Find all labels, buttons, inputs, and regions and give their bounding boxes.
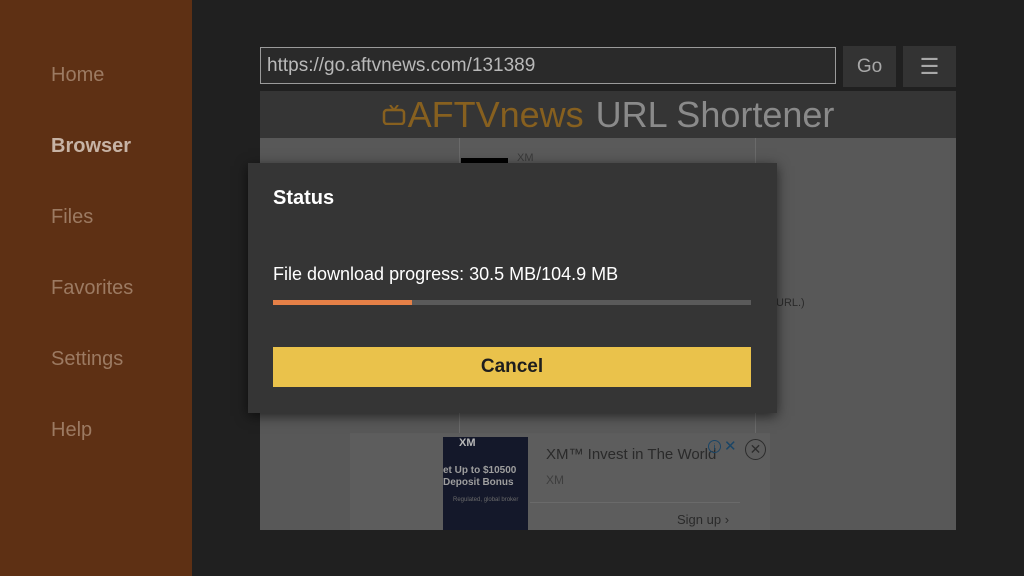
cancel-button[interactable]: Cancel	[273, 347, 751, 387]
sidebar-item-help[interactable]: Help	[51, 419, 92, 442]
ad-divider	[530, 502, 740, 503]
ad-subtitle: XM	[546, 473, 564, 487]
ad-choices-x-icon[interactable]: ✕	[724, 437, 737, 455]
menu-button[interactable]: ☰	[903, 46, 956, 87]
ad-signup-link[interactable]: Sign up ›	[677, 512, 729, 527]
page-header: AFTVnews URL Shortener	[260, 91, 956, 138]
sidebar-item-home[interactable]: Home	[51, 64, 104, 87]
ad-logo: XM	[459, 437, 476, 449]
header-brand: AFTVnews	[407, 93, 584, 135]
sidebar: Home Browser Files Favorites Settings He…	[0, 0, 192, 576]
download-progress-fill	[273, 300, 412, 305]
ad-title[interactable]: XM™ Invest in The World	[546, 446, 716, 463]
sidebar-item-favorites[interactable]: Favorites	[51, 277, 133, 300]
ad-small-text: Regulated, global broker	[453, 497, 519, 503]
ad-promo: et Up to $10500 Deposit Bonus	[443, 465, 517, 488]
download-progress-text: File download progress: 30.5 MB/104.9 MB	[273, 264, 619, 284]
url-note: URL.)	[776, 297, 805, 309]
url-bar[interactable]	[260, 47, 836, 84]
dialog-title: Status	[273, 187, 335, 209]
go-button[interactable]: Go	[843, 46, 896, 87]
menu-icon: ☰	[919, 53, 940, 79]
app-screen: Home Browser Files Favorites Settings He…	[0, 0, 1024, 576]
ad-image[interactable]: XM et Up to $10500 Deposit Bonus Regulat…	[443, 437, 528, 530]
download-progress-bar	[273, 300, 751, 305]
url-input[interactable]	[261, 48, 835, 83]
tv-logo-icon	[382, 104, 405, 125]
sidebar-item-files[interactable]: Files	[51, 206, 93, 229]
ad-info-icon[interactable]: i	[708, 440, 721, 453]
ad-close-icon[interactable]: ✕	[745, 439, 766, 460]
status-dialog: Status File download progress: 30.5 MB/1…	[248, 163, 777, 413]
sidebar-item-settings[interactable]: Settings	[51, 348, 123, 371]
header-title: URL Shortener	[595, 93, 835, 135]
sidebar-item-browser[interactable]: Browser	[51, 135, 131, 158]
